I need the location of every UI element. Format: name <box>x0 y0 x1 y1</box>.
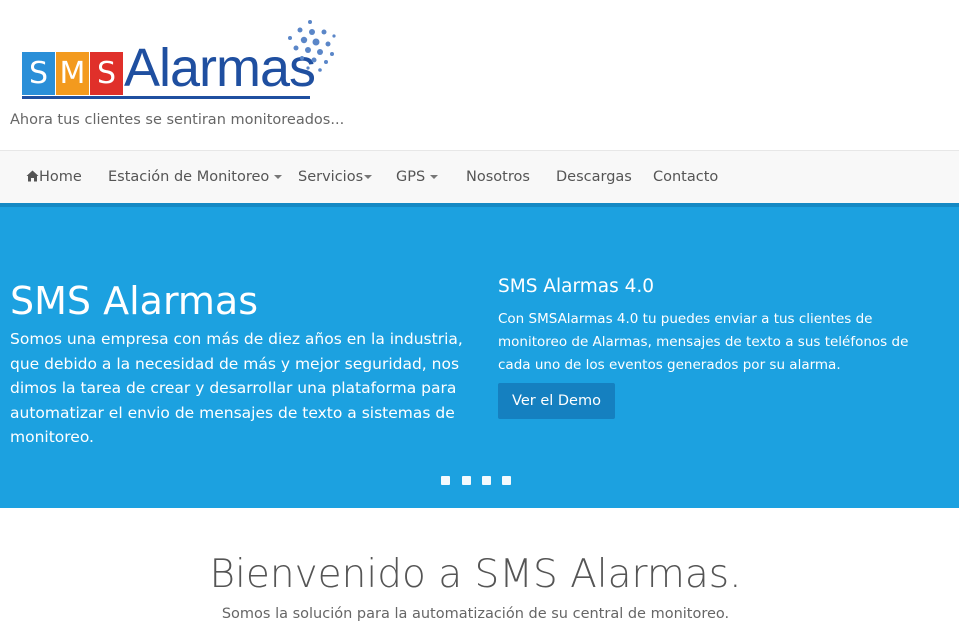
site-header: S M S Alarmas Ahora tus clientes se sent… <box>0 0 959 150</box>
carousel-indicator-1[interactable] <box>441 476 450 485</box>
caret-down-icon <box>274 175 283 179</box>
logo-dots-icon <box>288 20 336 72</box>
main-navbar: Home Estación de Monitoreo Servicios GPS… <box>0 150 959 203</box>
hero-sub-text: Con SMSAlarmas 4.0 tu puedes enviar a tu… <box>498 311 909 373</box>
logo-underline <box>22 96 310 99</box>
logo-letter-m: M <box>56 52 89 95</box>
nav-servicios[interactable]: Servicios <box>298 151 373 204</box>
carousel-indicator-2[interactable] <box>462 476 471 485</box>
carousel-indicator-3[interactable] <box>482 476 491 485</box>
logo[interactable]: S M S Alarmas <box>18 18 338 102</box>
nav-nosotros-label: Nosotros <box>466 169 530 185</box>
nav-servicios-label: Servicios <box>298 169 364 185</box>
caret-down-icon <box>364 175 373 179</box>
tagline: Ahora tus clientes se sentiran monitorea… <box>10 112 345 128</box>
nav-estacion-label: Estación de Monitoreo <box>108 169 270 185</box>
nav-estacion-de-monitoreo[interactable]: Estación de Monitoreo <box>108 151 283 204</box>
nav-contacto-label: Contacto <box>653 169 719 185</box>
nav-nosotros[interactable]: Nosotros <box>466 151 530 204</box>
nav-home-label: Home <box>39 169 82 185</box>
hero-text: Somos una empresa con más de diez años e… <box>10 330 463 446</box>
logo-letter-s2: S <box>90 52 123 95</box>
ver-el-demo-button[interactable]: Ver el Demo <box>498 383 615 419</box>
home-icon <box>26 170 39 182</box>
nav-gps-label: GPS <box>396 169 426 185</box>
nav-descargas-label: Descargas <box>556 169 632 185</box>
nav-gps[interactable]: GPS <box>396 151 439 204</box>
nav-contacto[interactable]: Contacto <box>653 151 718 204</box>
welcome-subtitle: Somos la solución para la automatización… <box>221 606 730 622</box>
nav-home[interactable]: Home <box>26 151 82 204</box>
caret-down-icon <box>430 175 439 179</box>
carousel-indicator-4[interactable] <box>502 476 511 485</box>
hero-sub-title: SMS Alarmas 4.0 <box>498 276 655 297</box>
hero-carousel: SMS Alarmas Somos una empresa con más de… <box>0 203 959 508</box>
nav-descargas[interactable]: Descargas <box>556 151 632 204</box>
hero-title: SMS Alarmas <box>10 279 259 323</box>
welcome-title: Bienvenido a SMS Alarmas. <box>209 552 742 597</box>
logo-letter-s1: S <box>22 52 55 95</box>
